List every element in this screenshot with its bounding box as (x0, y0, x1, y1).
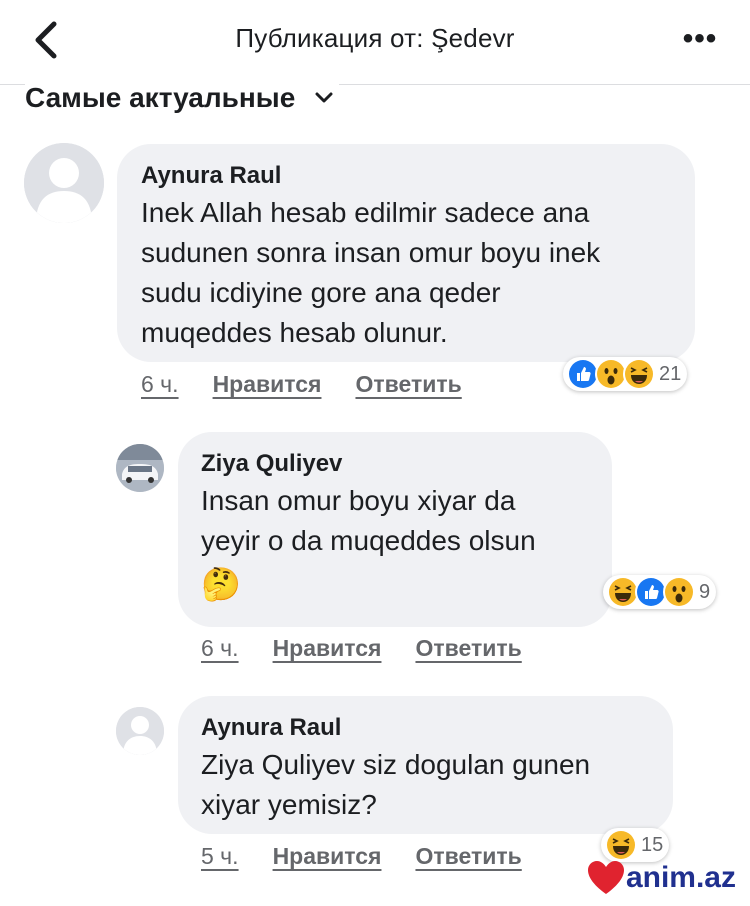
reply-button[interactable]: Ответить (415, 843, 521, 870)
haha-reaction-icon (605, 829, 637, 861)
comment-author[interactable]: Aynura Raul (141, 162, 281, 190)
more-options-button[interactable]: ••• (680, 24, 720, 54)
chevron-down-icon (315, 92, 333, 103)
comment-text-line: sudu icdiyine gore ana qeder (141, 277, 501, 308)
car-avatar-icon (116, 444, 164, 492)
comment-text-line: yeyir o da muqeddes olsun (201, 525, 536, 556)
comment-author[interactable]: Aynura Raul (201, 714, 341, 742)
haha-reaction-icon (623, 358, 655, 390)
comment-meta: 6 ч. Нравится Ответить (201, 635, 522, 662)
comment-author[interactable]: Ziya Quliyev (201, 450, 342, 478)
top-bar: Публикация от: Şedevr ••• (0, 0, 750, 85)
comment-text-line: muqeddes hesab olunur. (141, 317, 448, 348)
reply-button[interactable]: Ответить (415, 635, 521, 662)
reply-button[interactable]: Ответить (355, 371, 461, 398)
comment-time[interactable]: 5 ч. (201, 843, 239, 870)
thinking-emoji: 🤔 (201, 566, 241, 602)
reaction-count: 21 (659, 362, 682, 385)
watermark-text: anim.az (625, 861, 736, 894)
comment-time[interactable]: 6 ч. (201, 635, 239, 662)
comment-text-line: Ziya Quliyev siz dogulan gunen (201, 749, 591, 780)
comment-text: Inek Allah hesab edilmir sadece ana sudu… (141, 193, 689, 353)
heart-logo-icon (587, 861, 624, 894)
avatar[interactable] (116, 707, 164, 755)
like-button[interactable]: Нравится (213, 371, 322, 398)
avatar[interactable] (116, 444, 164, 492)
more-dots-icon: ••• (682, 22, 718, 55)
comment-text-line: xiyar yemisiz? (201, 789, 377, 820)
reaction-count: 9 (699, 580, 711, 603)
reactions-summary[interactable]: 15 (601, 828, 670, 862)
page-title: Публикация от: Şedevr (235, 23, 515, 53)
reactions-summary[interactable]: 9 (603, 575, 717, 609)
site-watermark: anim.az (586, 860, 736, 896)
comment-text-line: Inek Allah hesab edilmir sadece ana (141, 197, 590, 228)
comment-text: Insan omur boyu xiyar da yeyir o da muqe… (201, 481, 601, 607)
sort-dropdown[interactable]: Самые актуальные (25, 80, 340, 116)
reactions-summary[interactable]: 21 (563, 357, 688, 391)
reaction-count: 15 (641, 833, 664, 856)
like-button[interactable]: Нравится (273, 635, 382, 662)
wow-reaction-icon (663, 576, 695, 608)
default-avatar-icon (116, 707, 164, 755)
comment-time[interactable]: 6 ч. (141, 371, 179, 398)
comment-meta: 6 ч. Нравится Ответить (141, 371, 462, 398)
comment-text-line: sudunen sonra insan omur boyu inek (141, 237, 601, 268)
like-button[interactable]: Нравится (273, 843, 382, 870)
comment-text-line: Insan omur boyu xiyar da (201, 485, 516, 516)
comment-text: Ziya Quliyev siz dogulan gunen xiyar yem… (201, 745, 666, 825)
sort-label: Самые актуальные (25, 82, 296, 113)
default-avatar-icon (24, 143, 104, 223)
comment-meta: 5 ч. Нравится Ответить (201, 843, 522, 870)
avatar[interactable] (24, 143, 104, 223)
